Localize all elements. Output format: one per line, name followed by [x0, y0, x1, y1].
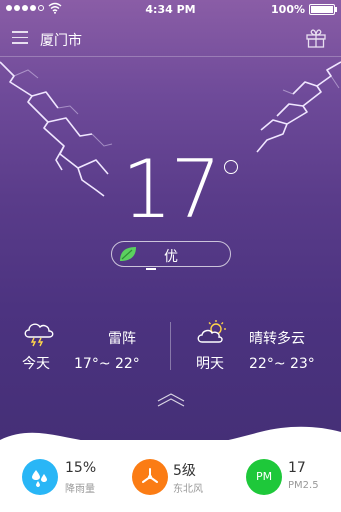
- rainfall-value: 15%: [65, 460, 97, 476]
- air-quality-label: 优: [164, 249, 178, 265]
- weather-screen: 4:34 PM 100% 厦门市 17 优 雷阵 今天 17°~ 22° 晴转多…: [0, 0, 341, 512]
- gift-icon[interactable]: [305, 28, 327, 48]
- today-condition: 雷阵: [108, 331, 136, 347]
- status-bar: 4:34 PM 100%: [0, 0, 341, 18]
- tomorrow-label: 明天: [196, 356, 224, 372]
- rainfall-label: 降雨量: [65, 484, 95, 495]
- battery-icon: [309, 4, 337, 15]
- wind-value: 5级: [173, 463, 196, 479]
- menu-icon[interactable]: [12, 31, 28, 45]
- app-header: 厦门市: [0, 24, 341, 57]
- tomorrow-condition: 晴转多云: [249, 331, 305, 347]
- current-temperature: 17: [121, 143, 222, 236]
- city-name[interactable]: 厦门市: [40, 30, 82, 50]
- today-label: 今天: [22, 356, 50, 372]
- wind-label: 东北风: [173, 484, 203, 495]
- forecast-divider: [170, 322, 171, 370]
- lightning-right-icon: [256, 61, 341, 153]
- tomorrow-temp-range: 22°~ 23°: [249, 356, 315, 372]
- pm-label: PM2.5: [288, 480, 319, 491]
- pm-icon: PM: [255, 470, 273, 483]
- expand-up-icon[interactable]: [156, 393, 186, 407]
- partly-cloudy-icon: [197, 320, 226, 343]
- fan-icon: [142, 468, 158, 483]
- air-quality-pill[interactable]: 优: [111, 241, 231, 270]
- degree-symbol: [224, 160, 238, 174]
- header-divider: [0, 56, 341, 57]
- battery-percent: 100%: [271, 3, 305, 16]
- today-temp-range: 17°~ 22°: [74, 356, 140, 372]
- raindrop-icon: [32, 470, 47, 487]
- air-quality-indicator: [146, 268, 156, 270]
- pm-value: 17: [288, 460, 306, 476]
- thunderstorm-icon: [24, 323, 54, 347]
